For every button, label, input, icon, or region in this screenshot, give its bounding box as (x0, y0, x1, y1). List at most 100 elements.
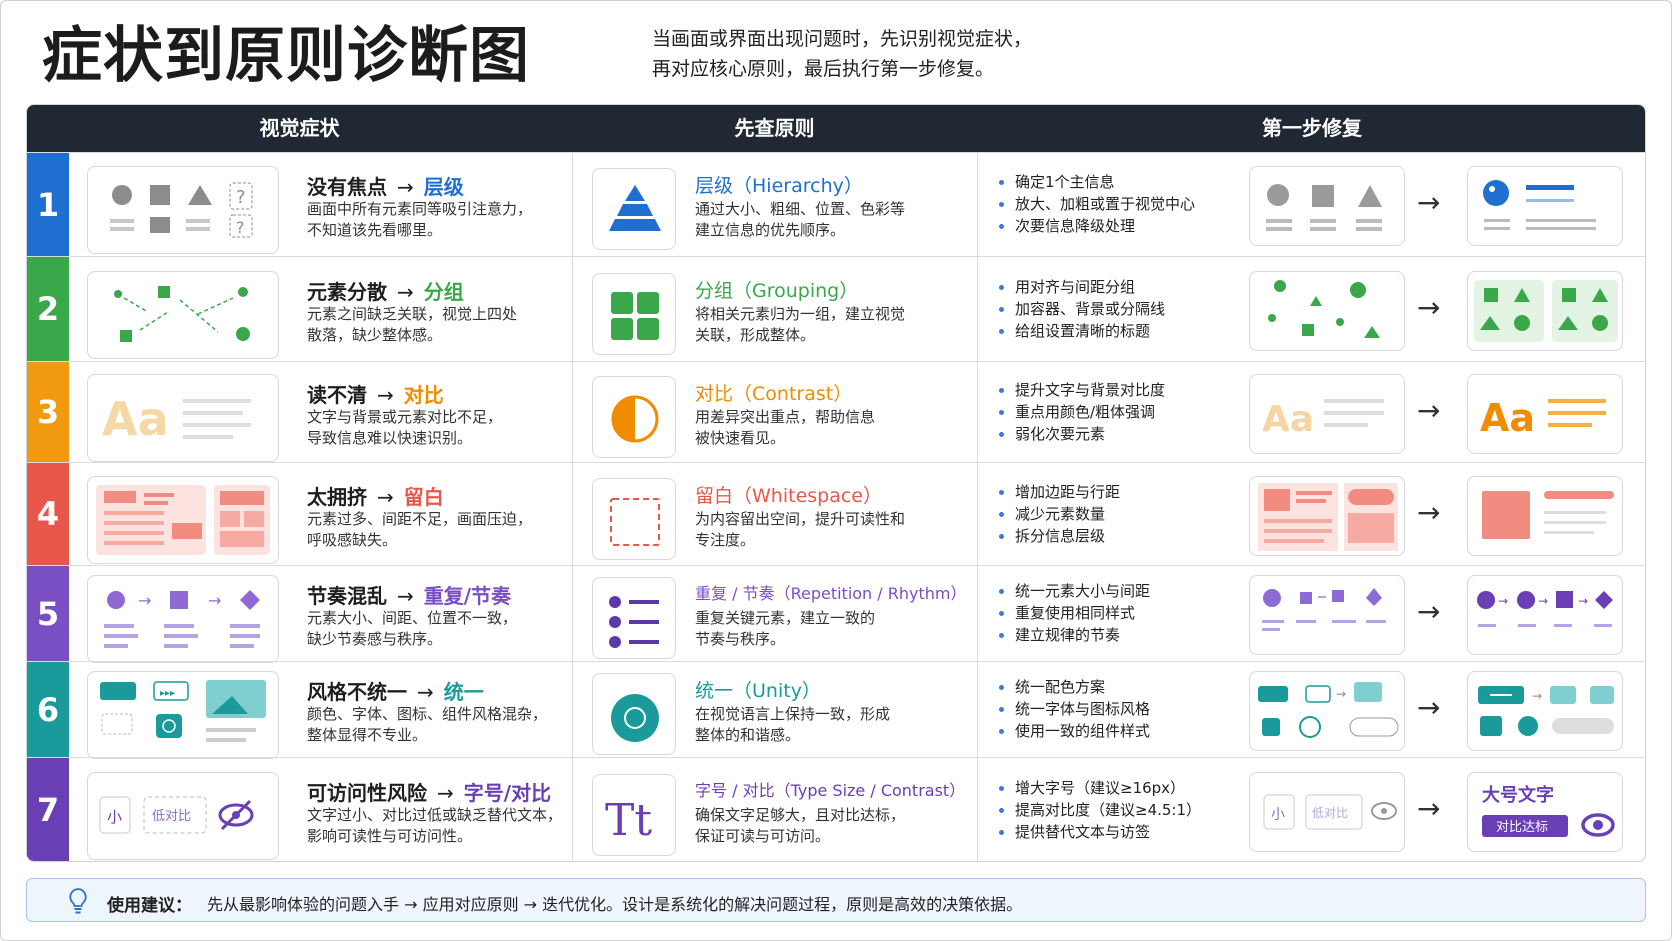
fix-item: 建立规律的节奏 (997, 624, 1150, 646)
fix-before-illustration: 小 低对比 (1249, 772, 1405, 852)
subtitle-line-1: 当画面或界面出现问题时，先识别视觉症状， (652, 28, 1033, 50)
fix-item: 统一字体与图标风格 (997, 698, 1150, 720)
arrow: → (397, 584, 414, 608)
svg-text:Aa: Aa (1480, 396, 1535, 440)
arrow: → (377, 484, 394, 509)
principle-icon (592, 376, 676, 458)
symptom-description: 文字过小、对比过低或缺乏替代文本， 影响可读性与可访问性。 (307, 805, 569, 847)
diagnosis-table: 视觉症状 先查原则 第一步修复 1?? 没有焦点 → 层级 画面中所有元素同等吸引注意力… (26, 104, 1646, 862)
fix-arrow: → (1417, 186, 1441, 219)
svg-text:?: ? (236, 187, 246, 208)
fix-after-illustration (1467, 476, 1623, 556)
row-number: 6 (27, 662, 69, 757)
lightbulb-icon (69, 888, 87, 914)
fix-item: 次要信息降级处理 (997, 215, 1195, 237)
table-row: 1?? 没有焦点 → 层级 画面中所有元素同等吸引注意力， 不知道该先看哪里。 层级（Hie… (27, 152, 1645, 256)
description-line: 元素之间缺乏关联，视觉上四处 (307, 304, 518, 323)
principle-english: （Repetition / Rhythm） (774, 584, 967, 603)
fix-before-illustration: → (1249, 671, 1405, 751)
symptom-illustration (87, 271, 279, 359)
svg-text:→: → (208, 591, 221, 610)
fix-list: 用对齐与间距分组 加容器、背景或分隔线 给组设置清晰的标题 (997, 276, 1165, 342)
symptom-description: 元素过多、间距不足，画面压迫， 呼吸感缺失。 (307, 509, 569, 551)
description-line: 专注度。 (695, 530, 756, 549)
description-line: 不知道该先看哪里。 (307, 221, 443, 239)
svg-text:大号文字: 大号文字 (1482, 784, 1554, 806)
principle-title: 统一（Unity） (695, 676, 821, 703)
arrow: → (397, 175, 414, 199)
svg-text:→: → (1498, 594, 1508, 608)
arrow: → (377, 382, 394, 407)
principle-name: 字号 / 对比 (695, 780, 775, 800)
principle-description: 重复关键元素，建立一致的 节奏与秩序。 (695, 608, 875, 650)
row-number: 7 (27, 758, 69, 861)
principle-description: 通过大小、粗细、位置、色彩等 建立信息的优先顺序。 (695, 199, 905, 241)
fix-item: 提供替代文本与访签 (997, 821, 1201, 843)
principle-description: 将相关元素归为一组，建立视觉 关联，形成整体。 (695, 304, 905, 346)
fix-item: 用对齐与间距分组 (997, 276, 1165, 298)
description-line: 确保文字足够大，且对比达标， (695, 805, 906, 824)
symptom-title: 节奏混乱 → 重复/节奏 (307, 580, 511, 609)
principle-icon (592, 168, 676, 250)
header-symptom: 视觉症状 (259, 116, 340, 140)
svg-text:→: → (1336, 687, 1346, 701)
symptom-description: 颜色、字体、图标、组件风格混杂， 整体显得不专业。 (307, 704, 569, 746)
principle-name: 重复 / 节奏 (695, 584, 775, 603)
principle-english: （Type Size / Contrast） (774, 780, 966, 800)
header-fix: 第一步修复 (1262, 116, 1362, 140)
page-subtitle: 当画面或界面出现问题时，先识别视觉症状， 再对应核心原则，最后执行第一步修复。 (652, 24, 1032, 84)
description-line: 节奏与秩序。 (695, 630, 786, 648)
svg-text:▸▸▸: ▸▸▸ (160, 688, 175, 699)
principle-description: 在视觉语言上保持一致，形成 整体的和谐感。 (695, 704, 890, 746)
row-number: 3 (27, 362, 69, 462)
fix-before-illustration (1249, 476, 1405, 556)
svg-text:低对比: 低对比 (1312, 806, 1348, 820)
description-line: 文字过小、对比过低或缺乏替代文本， (307, 805, 563, 824)
description-line: 呼吸感缺失。 (307, 530, 398, 549)
fix-list: 统一元素大小与间距 重复使用相同样式 建立规律的节奏 (997, 580, 1150, 646)
principle-english: （Hierarchy） (733, 175, 863, 197)
principle-icon (592, 577, 676, 659)
symptom-illustration: ?? (87, 166, 279, 254)
principle-name: 对比 (695, 382, 734, 405)
fix-item: 重复使用相同样式 (997, 602, 1150, 624)
symptom-name: 太拥挤 (307, 484, 367, 509)
fix-item: 统一元素大小与间距 (997, 580, 1150, 602)
principle-description: 为内容留出空间，提升可读性和 专注度。 (695, 509, 905, 551)
fix-item: 增加边距与行距 (997, 481, 1120, 503)
symptom-title: 可访问性风险 → 字号/对比 (307, 777, 551, 806)
symptom-title: 读不清 → 对比 (307, 379, 444, 408)
fix-after-illustration: → → → (1467, 575, 1623, 655)
tip-label: 使用建议： (107, 896, 192, 916)
description-line: 被快速看见。 (695, 428, 786, 447)
table-row: 4 太拥挤 → 留白 元素过多、间距不足，画面压迫， 呼吸感缺失。 留白（Whitespac… (27, 462, 1645, 565)
svg-text:Aa: Aa (1262, 399, 1314, 440)
description-line: 元素大小、间距、位置不一致， (307, 609, 518, 627)
fix-before-illustration: Aa (1249, 374, 1405, 454)
principle-title: 层级（Hierarchy） (695, 171, 863, 198)
description-line: 用差异突出重点，帮助信息 (695, 407, 876, 426)
tip-text: 先从最影响体验的问题入手 → 应用对应原则 → 迭代优化。设计是系统化的解决问题… (207, 895, 1023, 914)
row-number: 4 (27, 463, 69, 565)
symptom-illustration (87, 476, 279, 564)
symptom-name: 没有焦点 (307, 175, 387, 199)
svg-text:Tt: Tt (605, 795, 652, 846)
fix-item: 弱化次要元素 (997, 423, 1165, 445)
header-principle: 先查原则 (734, 116, 815, 140)
table-row: 7 小 低对比 可访问性风险 → 字号/对比 文字过小、对比过低或缺乏替代文本， 影响可读性与… (27, 757, 1645, 861)
svg-text:→: → (1538, 594, 1548, 608)
fix-item: 加容器、背景或分隔线 (997, 298, 1165, 320)
fix-list: 增大字号（建议≥16px） 提高对比度（建议≥4.5:1） 提供替代文本与访签 (997, 777, 1201, 843)
fix-list: 提升文字与背景对比度 重点用颜色/粗体强调 弱化次要元素 (997, 379, 1165, 445)
fix-after-illustration: Aa (1467, 374, 1623, 454)
column-divider (572, 153, 573, 256)
target-principle: 分组 (423, 279, 464, 304)
symptom-title: 没有焦点 → 层级 (307, 171, 464, 200)
description-line: 颜色、字体、图标、组件风格混杂， (307, 705, 548, 723)
fix-after-illustration (1467, 166, 1623, 246)
description-line: 将相关元素归为一组，建立视觉 (695, 304, 906, 323)
column-divider (572, 662, 573, 757)
target-principle: 对比 (403, 382, 444, 407)
svg-text:小: 小 (1271, 807, 1285, 823)
principle-title: 分组（Grouping） (695, 276, 858, 303)
